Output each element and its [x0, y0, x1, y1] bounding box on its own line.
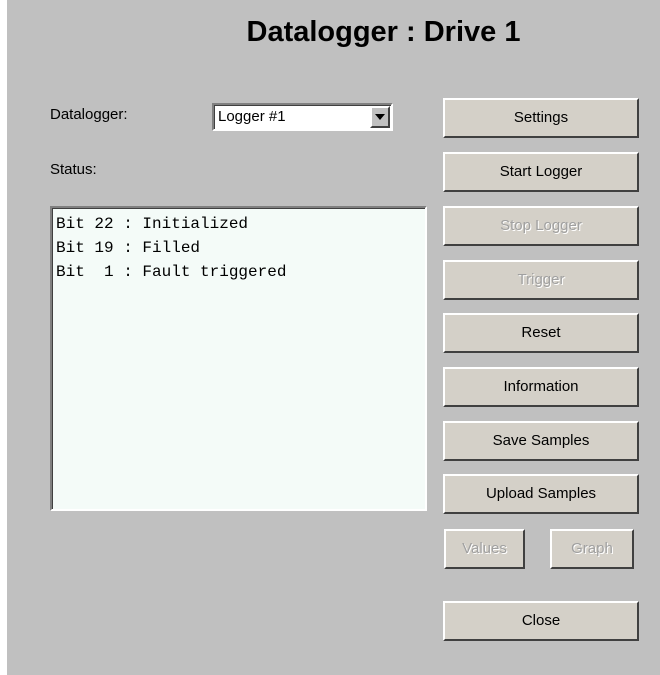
datalogger-select[interactable]: Logger #1 [212, 103, 393, 131]
datalogger-dialog: Datalogger : Drive 1 Datalogger: Logger … [7, 0, 660, 675]
datalogger-label: Datalogger: [50, 106, 128, 123]
chevron-down-icon [375, 114, 385, 120]
save-samples-button[interactable]: Save Samples [443, 421, 639, 461]
start-logger-button[interactable]: Start Logger [443, 152, 639, 192]
settings-button[interactable]: Settings [443, 98, 639, 138]
reset-button[interactable]: Reset [443, 313, 639, 353]
stop-logger-button: Stop Logger [443, 206, 639, 246]
status-label: Status: [50, 161, 97, 178]
trigger-button: Trigger [443, 260, 639, 300]
dialog-title: Datalogger : Drive 1 [246, 16, 521, 48]
information-button[interactable]: Information [443, 367, 639, 407]
datalogger-dropdown-button[interactable] [370, 106, 390, 128]
datalogger-select-value: Logger #1 [218, 108, 286, 125]
status-line: Bit 22 : Initialized [56, 215, 249, 233]
graph-button: Graph [550, 529, 634, 569]
close-button[interactable]: Close [443, 601, 639, 641]
status-line: Bit 19 : Filled [56, 239, 201, 257]
upload-samples-button[interactable]: Upload Samples [443, 474, 639, 514]
status-textarea[interactable]: Bit 22 : Initialized Bit 19 : Filled Bit 1… [50, 206, 427, 511]
values-button: Values [444, 529, 525, 569]
status-line: Bit 1 : Fault triggered [56, 263, 287, 281]
